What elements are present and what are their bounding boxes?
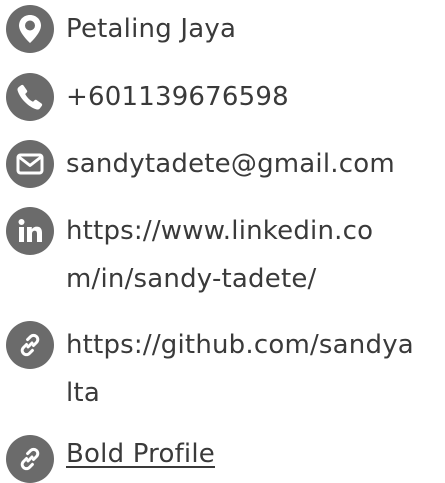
contact-list: Petaling Jaya +601139676598 sandytadete@… [0,0,445,483]
linkedin-text[interactable]: https://www.linkedin.com/in/sandy-tadete… [66,207,406,303]
profile-link[interactable]: Bold Profile [66,439,215,469]
map-pin-icon [6,5,54,53]
profile-link-text[interactable]: Bold Profile [66,430,215,478]
location-text: Petaling Jaya [66,14,237,44]
email-row [6,140,54,188]
phone-icon [6,73,54,121]
location-row [6,5,54,53]
phone-row [6,73,54,121]
linkedin-row [6,207,54,255]
envelope-icon [6,140,54,188]
github-row [6,321,54,369]
profile-row [6,435,54,483]
link-icon [6,435,54,483]
github-text[interactable]: https://github.com/sandyalta [66,321,416,417]
phone-text[interactable]: +601139676598 [66,73,289,121]
email-text[interactable]: sandytadete@gmail.com [66,140,395,188]
linkedin-icon [6,207,54,255]
link-icon [6,321,54,369]
